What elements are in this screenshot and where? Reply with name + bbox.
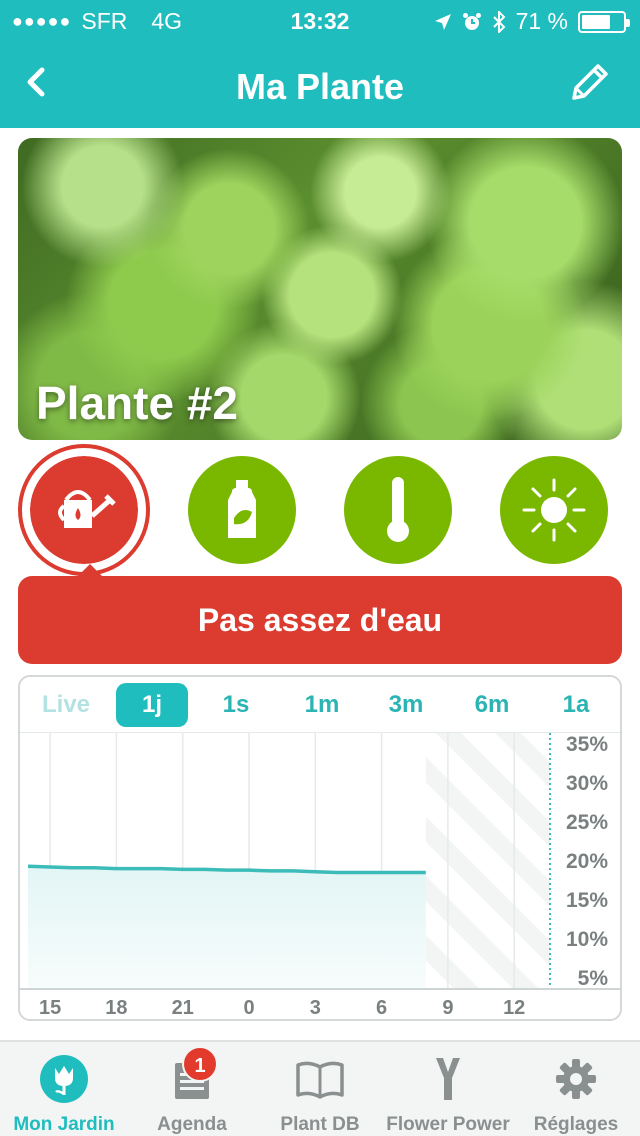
tab-label: Mon Jardin (13, 1114, 115, 1135)
sun-icon (522, 478, 586, 542)
range-tab-1a[interactable]: 1a (541, 683, 611, 727)
plant-photo[interactable]: Plante #2 (18, 138, 622, 440)
x-tick-label: 9 (442, 997, 453, 1019)
sensor-temperature-button[interactable] (344, 456, 452, 564)
agenda-badge: 1 (182, 1046, 218, 1082)
tab-label: Réglages (533, 1114, 619, 1135)
tab-plant-db[interactable]: Plant DB (256, 1042, 384, 1136)
status-alert-banner: Pas assez d'eau (18, 564, 622, 664)
tab-r-glages[interactable]: Réglages (512, 1042, 640, 1136)
book-icon (295, 1054, 345, 1104)
bluetooth-icon (492, 10, 505, 33)
moisture-chart[interactable]: 35% 30% 25% 20% 15% 10% 5% 15 18 21 0 3 6 9 12 (20, 733, 620, 1021)
range-tab-6m[interactable]: 6m (457, 683, 527, 727)
gear-icon (551, 1054, 601, 1104)
tab-mon-jardin[interactable]: Mon Jardin (0, 1042, 128, 1136)
history-chart-card: Live 1j 1s 1m 3m 6m 1a 35% 30% 25% 20% 15% 10% 5% 15 1… (18, 675, 622, 1021)
alert-text: Pas assez d'eau (197, 601, 443, 638)
x-tick-label: 3 (310, 997, 321, 1019)
x-tick-label: 18 (105, 997, 127, 1019)
battery-percent: 71 % (515, 8, 568, 34)
y-tick-label: 10% (566, 928, 608, 951)
x-tick-label: 6 (376, 997, 387, 1019)
range-tab-1j[interactable]: 1j (116, 683, 188, 727)
tab-label: Flower Power (386, 1114, 510, 1135)
tab-flower-power[interactable]: Flower Power (384, 1042, 512, 1136)
range-tab-live[interactable]: Live (31, 683, 101, 727)
range-tab-1s[interactable]: 1s (201, 683, 271, 727)
sensor-fertilizer-button[interactable] (188, 456, 296, 564)
sensor-water-button[interactable] (18, 444, 150, 576)
y-tick-label: 25% (566, 811, 608, 834)
x-tick-label: 21 (172, 997, 194, 1019)
plant-name: Plante #2 (36, 377, 238, 429)
moisture-area (28, 866, 426, 989)
x-tick-label: 12 (503, 997, 525, 1019)
flower-power-sensor-icon (423, 1054, 473, 1104)
alert-pointer (76, 564, 104, 578)
sensor-light-button[interactable] (500, 456, 608, 564)
status-bar: ●●●●● SFR 4G 13:32 71 % (0, 0, 640, 40)
edit-pencil-button[interactable] (568, 60, 612, 104)
y-tick-label: 20% (566, 850, 608, 873)
location-arrow-icon (434, 13, 451, 30)
alarm-clock-icon (462, 12, 481, 30)
nav-bar: Ma Plante (0, 40, 640, 128)
tab-label: Plant DB (280, 1114, 360, 1135)
battery-icon (578, 10, 630, 33)
y-tick-label: 30% (566, 772, 608, 795)
range-tab-1m[interactable]: 1m (287, 683, 357, 727)
fertilizer-bottle-icon (228, 480, 256, 538)
watering-can-icon (58, 490, 116, 528)
x-tick-label: 0 (243, 997, 254, 1019)
tab-label: Agenda (157, 1114, 227, 1135)
time-range-tabs: Live 1j 1s 1m 3m 6m 1a (20, 677, 620, 733)
y-tick-label: 35% (566, 733, 608, 756)
y-tick-label: 5% (578, 967, 609, 990)
tab-bar: Mon Jardin Agenda Plant DB Flower Power Régl… (0, 1040, 640, 1136)
tulip-icon (39, 1054, 89, 1104)
range-tab-3m[interactable]: 3m (371, 683, 441, 727)
x-tick-label: 15 (39, 997, 61, 1019)
header: ●●●●● SFR 4G 13:32 71 % Ma Plante (0, 0, 640, 128)
sensor-selector (0, 444, 640, 584)
page-title: Ma Plante (235, 66, 405, 107)
future-hatched-area (425, 733, 550, 989)
app: ●●●●● SFR 4G 13:32 71 % Ma Plante Plante… (0, 0, 640, 1136)
y-tick-label: 15% (566, 889, 608, 912)
thermometer-icon (387, 477, 409, 542)
